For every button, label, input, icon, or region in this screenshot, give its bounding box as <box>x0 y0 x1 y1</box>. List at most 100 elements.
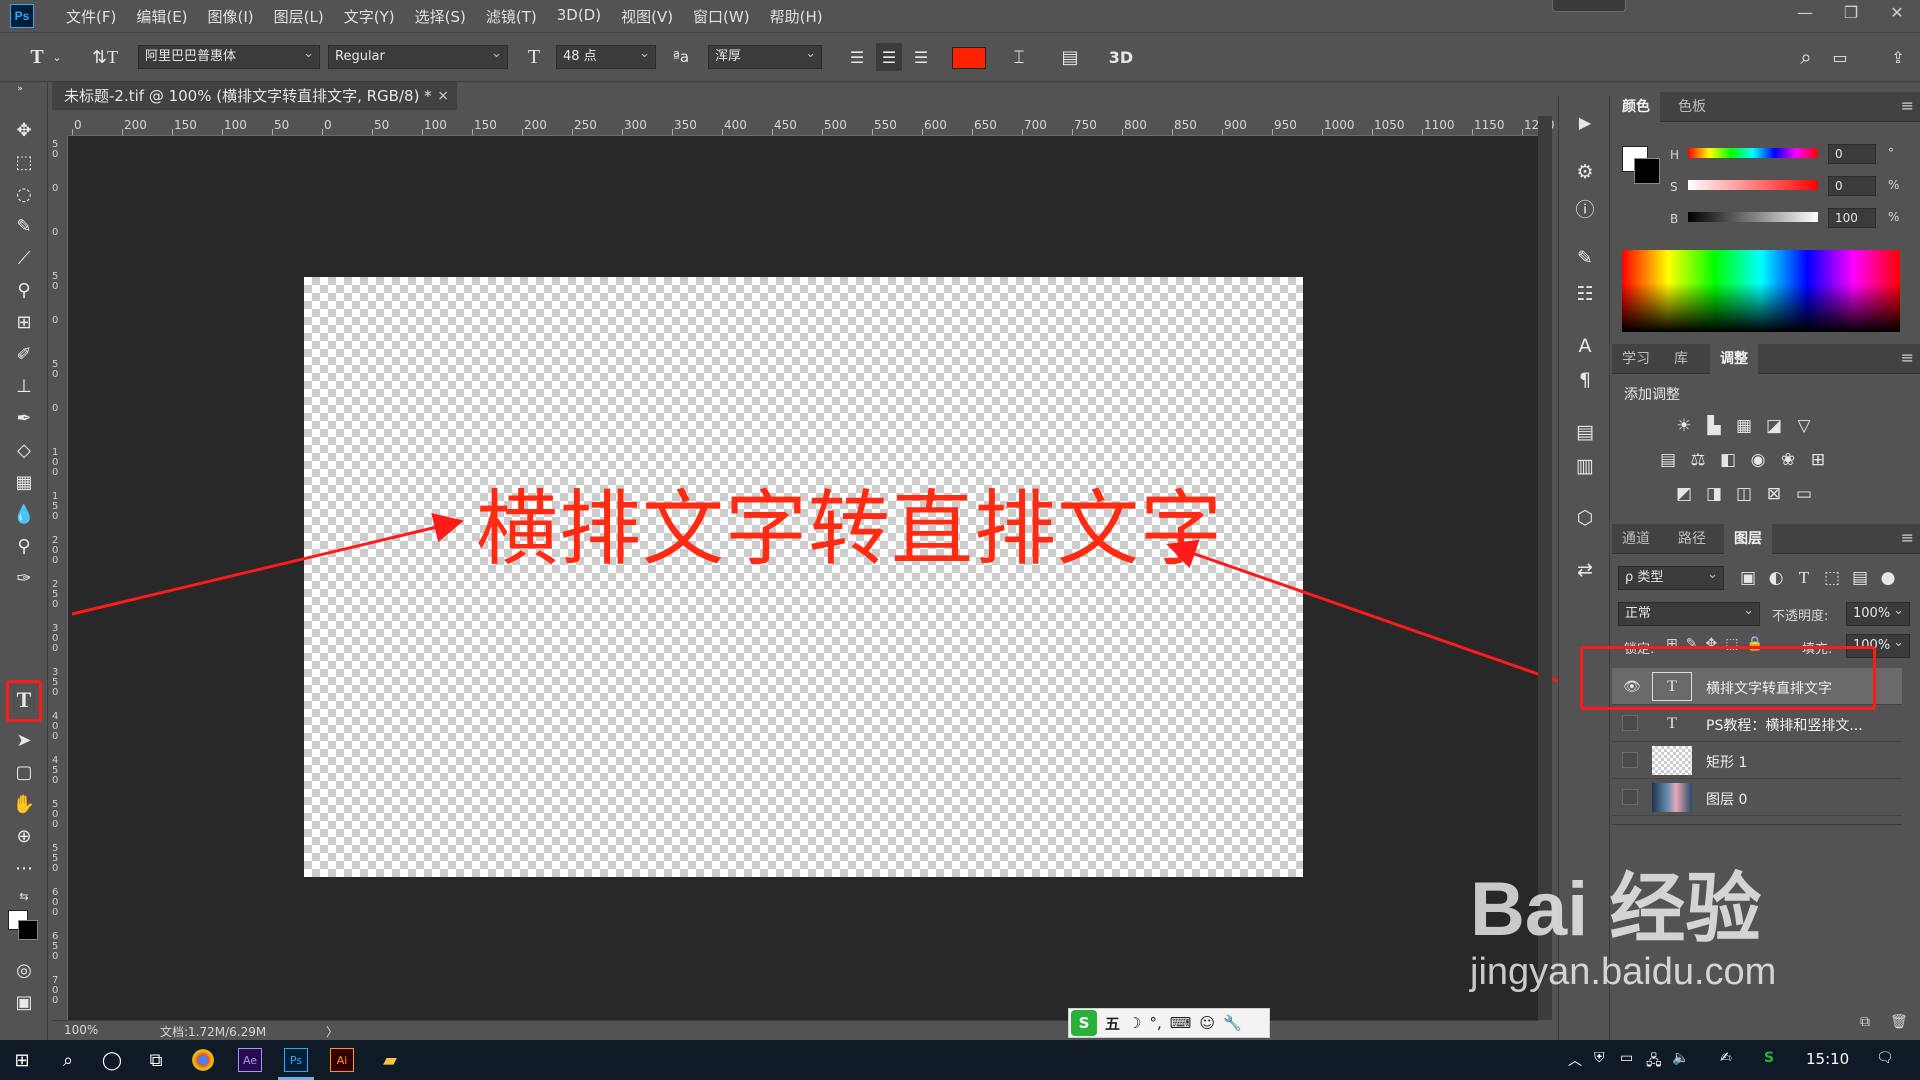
selective-color-icon[interactable]: ⊠ <box>1762 482 1786 506</box>
layer-filter-select[interactable]: ρ 类型 <box>1618 564 1724 590</box>
filter-type-icon[interactable]: T <box>1792 566 1816 590</box>
tab-color[interactable]: 颜色 <box>1612 92 1660 122</box>
filter-adjust-icon[interactable]: ◐ <box>1764 566 1788 590</box>
glyphs-icon[interactable]: ▤ <box>1571 418 1599 446</box>
timeline-icon[interactable]: ⇄ <box>1571 556 1599 584</box>
black-white-icon[interactable]: ◧ <box>1716 448 1740 472</box>
file-explorer-icon[interactable]: ▰ <box>376 1046 404 1074</box>
saturation-value[interactable]: 0 <box>1828 176 1876 196</box>
delete-layer-icon[interactable]: 🗑 <box>1890 1014 1908 1030</box>
photoshop-taskbar-icon[interactable]: Ps <box>284 1048 308 1072</box>
brightness-value[interactable]: 100 <box>1828 208 1876 228</box>
color-lookup-icon[interactable]: ⊞ <box>1806 448 1830 472</box>
battery-icon[interactable]: ▭ <box>1620 1050 1633 1066</box>
layer-row[interactable]: 矩形 1 <box>1612 742 1902 779</box>
visibility-toggle[interactable] <box>1622 752 1638 768</box>
brightness-contrast-icon[interactable]: ☀ <box>1672 414 1696 438</box>
sogou-tray-icon[interactable]: S <box>1764 1050 1774 1066</box>
notes-icon[interactable]: ▥ <box>1571 452 1599 480</box>
visibility-toggle[interactable] <box>1622 789 1638 805</box>
panel-menu-icon[interactable]: ≡ <box>1901 528 1914 547</box>
vibrance-icon[interactable]: ▽ <box>1792 414 1816 438</box>
tab-adjustments[interactable]: 调整 <box>1710 344 1758 374</box>
zoom-level[interactable]: 100% <box>64 1023 98 1037</box>
actions-icon[interactable]: ⚙ <box>1571 158 1599 186</box>
windows-start-icon[interactable]: ⊞ <box>8 1046 36 1074</box>
filter-shape-icon[interactable]: ⬚ <box>1820 566 1844 590</box>
hue-slider[interactable] <box>1688 148 1818 158</box>
text-layer-thumb-icon: T <box>1667 714 1677 732</box>
new-layer-icon[interactable]: ⧉ <box>1860 1014 1870 1030</box>
info-icon[interactable]: ⓘ <box>1571 194 1599 222</box>
opacity-label: 不透明度: <box>1772 609 1829 624</box>
channel-mixer-icon[interactable]: ❀ <box>1776 448 1800 472</box>
exposure-icon[interactable]: ◪ <box>1762 414 1786 438</box>
posterize-icon[interactable]: ◨ <box>1702 482 1726 506</box>
add-adjustment-title: 添加调整 <box>1624 387 1680 403</box>
tab-libraries[interactable]: 库 <box>1664 344 1698 374</box>
tab-channels[interactable]: 通道 <box>1612 524 1660 554</box>
ime-mode[interactable]: 五 <box>1105 1013 1120 1034</box>
layer-name[interactable]: PS教程：横排和竖排文... <box>1706 715 1886 735</box>
color-bg-swatch[interactable] <box>1634 158 1660 184</box>
visibility-toggle[interactable] <box>1622 715 1638 731</box>
shape-layer-thumb <box>1652 746 1692 775</box>
invert-icon[interactable]: ◩ <box>1672 482 1696 506</box>
chrome-icon[interactable] <box>192 1049 214 1071</box>
filter-pixel-icon[interactable]: ▣ <box>1736 566 1760 590</box>
color-spectrum[interactable] <box>1622 250 1900 332</box>
levels-icon[interactable]: ▙ <box>1702 414 1726 438</box>
tab-swatches[interactable]: 色板 <box>1668 92 1716 122</box>
blend-mode-select[interactable]: 正常 <box>1618 600 1760 626</box>
color-balance-icon[interactable]: ⚖ <box>1686 448 1710 472</box>
notifications-icon[interactable]: 🗨 <box>1876 1050 1894 1066</box>
properties-icon[interactable]: ☷ <box>1571 280 1599 308</box>
keyboard-icon[interactable]: ⌨ <box>1170 1014 1192 1032</box>
network-icon[interactable]: 🖧 <box>1646 1050 1662 1074</box>
after-effects-icon[interactable]: Ae <box>238 1048 262 1072</box>
hue-value[interactable]: 0 <box>1828 144 1876 164</box>
punctuation-icon[interactable]: °, <box>1149 1014 1161 1032</box>
hue-saturation-icon[interactable]: ▤ <box>1656 448 1680 472</box>
panel-menu-icon[interactable]: ≡ <box>1901 96 1914 115</box>
brightness-slider[interactable] <box>1688 212 1818 222</box>
photo-filter-icon[interactable]: ◉ <box>1746 448 1770 472</box>
tab-learn[interactable]: 学习 <box>1612 344 1660 374</box>
3d-panel-icon[interactable]: ⬡ <box>1571 504 1599 532</box>
threshold-icon[interactable]: ◫ <box>1732 482 1756 506</box>
task-view-icon[interactable]: ⧉ <box>142 1046 170 1074</box>
paragraph-icon[interactable]: ¶ <box>1571 366 1599 394</box>
layer-row[interactable]: 图层 0 <box>1612 779 1902 816</box>
brush-settings-icon[interactable]: ✎ <box>1571 244 1599 272</box>
filter-smart-icon[interactable]: ▤ <box>1848 566 1872 590</box>
clock[interactable]: 15:10 <box>1806 1050 1849 1068</box>
skin-icon[interactable]: ☺ <box>1199 1014 1215 1032</box>
saturation-unit: % <box>1888 178 1900 192</box>
search-icon[interactable]: ⌕ <box>54 1046 82 1074</box>
saturation-slider[interactable] <box>1688 180 1818 190</box>
tray-expand-icon[interactable]: ︿ <box>1568 1050 1582 1070</box>
status-menu-arrow[interactable]: 〉 <box>326 1023 338 1040</box>
wrench-icon[interactable]: 🔧 <box>1223 1014 1242 1032</box>
gradient-map-icon[interactable]: ▭ <box>1792 482 1816 506</box>
moon-icon[interactable]: ☽ <box>1128 1014 1141 1032</box>
image-layer-thumb <box>1652 783 1692 812</box>
pen-icon[interactable]: ✍ <box>1720 1050 1732 1066</box>
layer-name[interactable]: 图层 0 <box>1706 789 1886 809</box>
filter-toggle-icon[interactable]: ● <box>1876 566 1900 590</box>
panel-menu-icon[interactable]: ≡ <box>1901 348 1914 367</box>
character-icon[interactable]: A <box>1571 332 1599 360</box>
illustrator-icon[interactable]: Ai <box>330 1048 354 1072</box>
taskbar: ⊞ ⌕ ◯ ⧉ Ae Ps Ai ▰ ︿ ⛨ ▭ 🖧 🔈 ✍ S 15:10 🗨 <box>0 1040 1920 1080</box>
curves-icon[interactable]: ▦ <box>1732 414 1756 438</box>
security-icon[interactable]: ⛨ <box>1594 1050 1605 1066</box>
cortana-icon[interactable]: ◯ <box>98 1046 126 1074</box>
volume-icon[interactable]: 🔈 <box>1672 1050 1689 1066</box>
layer-name[interactable]: 矩形 1 <box>1706 752 1886 772</box>
sogou-logo-icon[interactable]: S <box>1071 1010 1097 1036</box>
play-icon[interactable]: ▶ <box>1571 108 1599 136</box>
layer-row[interactable]: T PS教程：横排和竖排文... <box>1612 705 1902 742</box>
tab-layers[interactable]: 图层 <box>1724 524 1772 554</box>
tab-paths[interactable]: 路径 <box>1668 524 1716 554</box>
opacity-input[interactable]: 100% <box>1846 600 1910 626</box>
